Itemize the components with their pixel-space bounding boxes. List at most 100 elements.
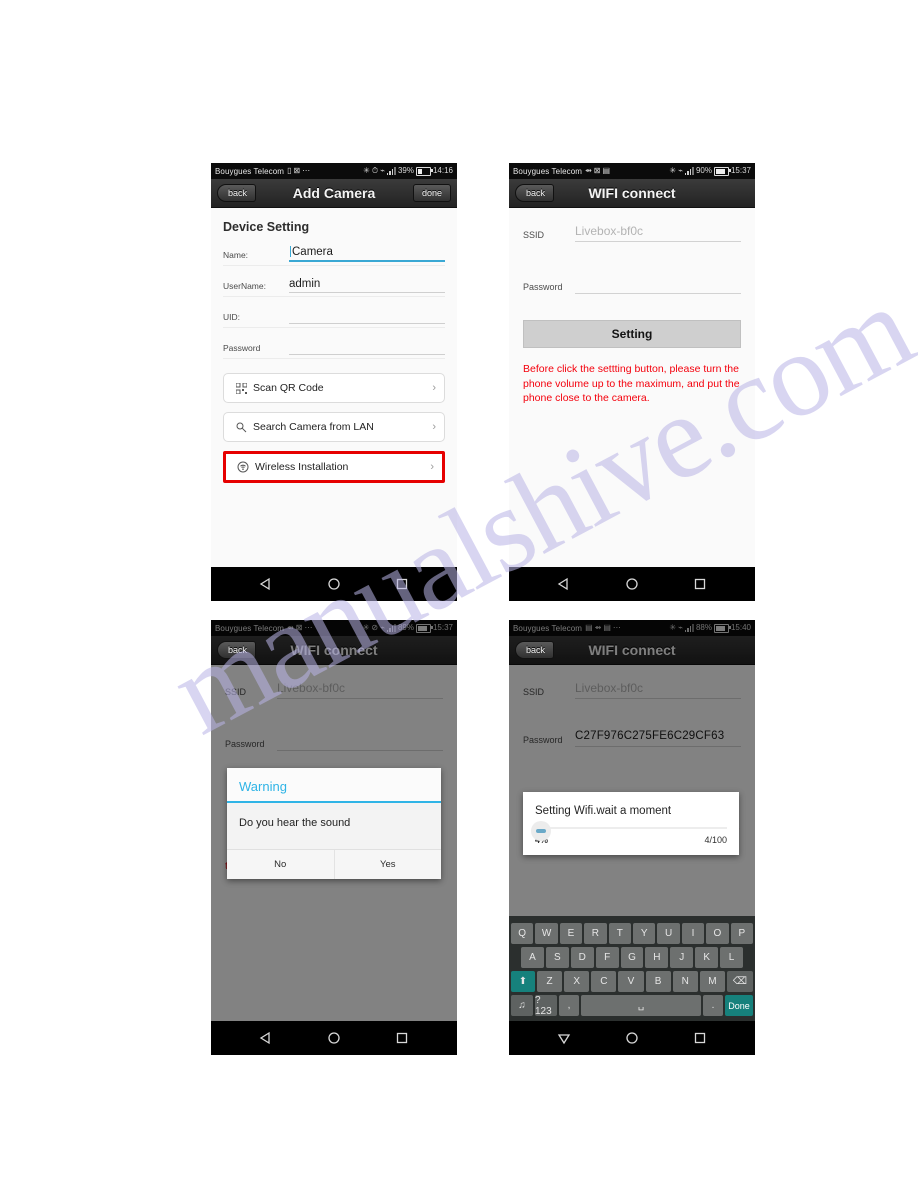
status-left-icons: ▯ ⊠ ⋯ [287, 167, 310, 175]
key-z[interactable]: Z [537, 971, 563, 992]
hide-keyboard-icon[interactable] [557, 1031, 571, 1045]
back-button[interactable]: back [515, 184, 555, 202]
home-circle-icon[interactable] [625, 577, 639, 591]
field-name-label: Name: [223, 250, 249, 260]
chevron-right-icon: › [432, 421, 436, 433]
done-key[interactable]: Done [725, 995, 753, 1016]
key-i[interactable]: I [681, 923, 705, 944]
done-button[interactable]: done [412, 184, 451, 202]
search-icon [232, 422, 250, 433]
recents-square-icon[interactable] [693, 577, 707, 591]
status-bar: Bouygues Telecom ▯ ⊠ ⋯ ✳ ⏱ ⌁ 39% 14:16 [211, 163, 457, 179]
wifi-icon: ⌁ [678, 166, 683, 175]
dialog-no-button[interactable]: No [227, 850, 335, 879]
key-x[interactable]: X [564, 971, 590, 992]
field-wifi-password-input[interactable] [575, 276, 741, 294]
back-triangle-icon[interactable] [259, 1031, 273, 1045]
field-uid-input[interactable] [289, 308, 445, 324]
android-keyboard[interactable]: Q W E R T Y U I O P A S D F G H J K L ⬆ … [509, 916, 755, 1021]
key-k[interactable]: K [695, 947, 719, 968]
field-name[interactable]: Name: Camera [223, 234, 445, 266]
back-triangle-icon[interactable] [259, 577, 273, 591]
row-scan-qr-code-label: Scan QR Code [253, 382, 324, 394]
progress-bar [523, 817, 739, 841]
keyboard-row-3: ⬆ Z X C V B N M ⌫ [511, 971, 753, 992]
key-p[interactable]: P [730, 923, 754, 944]
status-bar: Bouygues Telecom ⇴ ⊠ ▤ ✳ ⌁ 90% 15:37 [509, 163, 755, 179]
home-circle-icon[interactable] [625, 1031, 639, 1045]
field-password-input[interactable] [289, 339, 445, 355]
key-o[interactable]: O [706, 923, 729, 944]
key-e[interactable]: E [559, 923, 583, 944]
key-l[interactable]: L [720, 947, 744, 968]
back-triangle-icon[interactable] [557, 577, 571, 591]
key-b[interactable]: B [645, 971, 671, 992]
field-username[interactable]: UserName: admin [223, 266, 445, 297]
field-username-input[interactable]: admin [289, 277, 445, 293]
key-w[interactable]: W [535, 923, 558, 944]
keyboard-row-2: A S D F G H J K L [511, 947, 753, 968]
recents-square-icon[interactable] [693, 1031, 707, 1045]
backspace-key-icon[interactable]: ⌫ [726, 971, 753, 992]
field-username-label: UserName: [223, 281, 266, 291]
back-button[interactable]: back [217, 184, 257, 202]
key-t[interactable]: T [608, 923, 631, 944]
field-uid-label: UID: [223, 312, 240, 322]
signal-icon [386, 167, 396, 175]
period-key[interactable]: . [703, 995, 723, 1016]
progress-title: Setting Wifi.wait a moment [535, 805, 672, 817]
key-r[interactable]: R [584, 923, 607, 944]
space-key[interactable]: ␣ [581, 995, 701, 1016]
signal-icon [684, 167, 694, 175]
key-d[interactable]: D [570, 947, 594, 968]
home-circle-icon[interactable] [327, 577, 341, 591]
field-ssid-input[interactable]: Livebox-bf0c [575, 224, 741, 242]
warning-dialog: Warning Do you hear the sound No Yes [227, 768, 441, 879]
warning-text: Before click the settting button, please… [523, 363, 740, 404]
key-v[interactable]: V [618, 971, 644, 992]
alarm-icon: ⏱ [371, 166, 379, 175]
key-s[interactable]: S [545, 947, 569, 968]
key-c[interactable]: C [591, 971, 617, 992]
row-wireless-installation[interactable]: Wireless Installation › [223, 451, 445, 483]
field-wifi-password[interactable]: Password [523, 242, 741, 294]
recents-square-icon[interactable] [395, 1031, 409, 1045]
home-circle-icon[interactable] [327, 1031, 341, 1045]
key-n[interactable]: N [672, 971, 698, 992]
field-uid[interactable]: UID: [223, 297, 445, 328]
battery-percent: 39% [397, 166, 414, 175]
chevron-right-icon: › [432, 382, 436, 394]
row-scan-qr-code[interactable]: Scan QR Code › [223, 373, 445, 403]
recents-square-icon[interactable] [395, 577, 409, 591]
shift-key-icon[interactable]: ⬆ [511, 971, 535, 992]
android-nav-bar [509, 1021, 755, 1055]
carrier-label: Bouygues Telecom [215, 166, 285, 176]
row-search-camera-lan[interactable]: Search Camera from LAN › [223, 412, 445, 442]
title-bar: back WIFI connect [509, 179, 755, 208]
key-m[interactable]: M [699, 971, 725, 992]
key-f[interactable]: F [595, 947, 619, 968]
back-button[interactable]: back [515, 641, 555, 659]
key-y[interactable]: Y [633, 923, 656, 944]
chevron-right-icon: › [430, 461, 434, 473]
key-a[interactable]: A [521, 947, 544, 968]
usb-icon: ⇴ [585, 166, 592, 175]
key-g[interactable]: G [620, 947, 644, 968]
dialog-yes-button[interactable]: Yes [335, 850, 442, 879]
comma-key[interactable]: , [559, 995, 579, 1016]
numbers-key[interactable]: ?123 [535, 995, 557, 1017]
key-h[interactable]: H [645, 947, 669, 968]
key-q[interactable]: Q [510, 923, 534, 944]
setting-button[interactable]: Setting [523, 320, 741, 348]
image-icon: ⊠ [293, 166, 301, 175]
field-ssid[interactable]: SSID Livebox-bf0c [523, 208, 741, 242]
key-u[interactable]: U [657, 923, 680, 944]
emoji-key-icon[interactable]: ♫ [511, 995, 533, 1016]
field-password[interactable]: Password [223, 328, 445, 359]
row-wireless-installation-label: Wireless Installation [255, 461, 349, 473]
field-password-label: Password [223, 343, 261, 353]
field-name-input[interactable]: Camera [289, 245, 445, 262]
key-j[interactable]: J [670, 947, 694, 968]
back-button[interactable]: back [217, 641, 257, 659]
image-icon: ⊠ [593, 166, 601, 175]
